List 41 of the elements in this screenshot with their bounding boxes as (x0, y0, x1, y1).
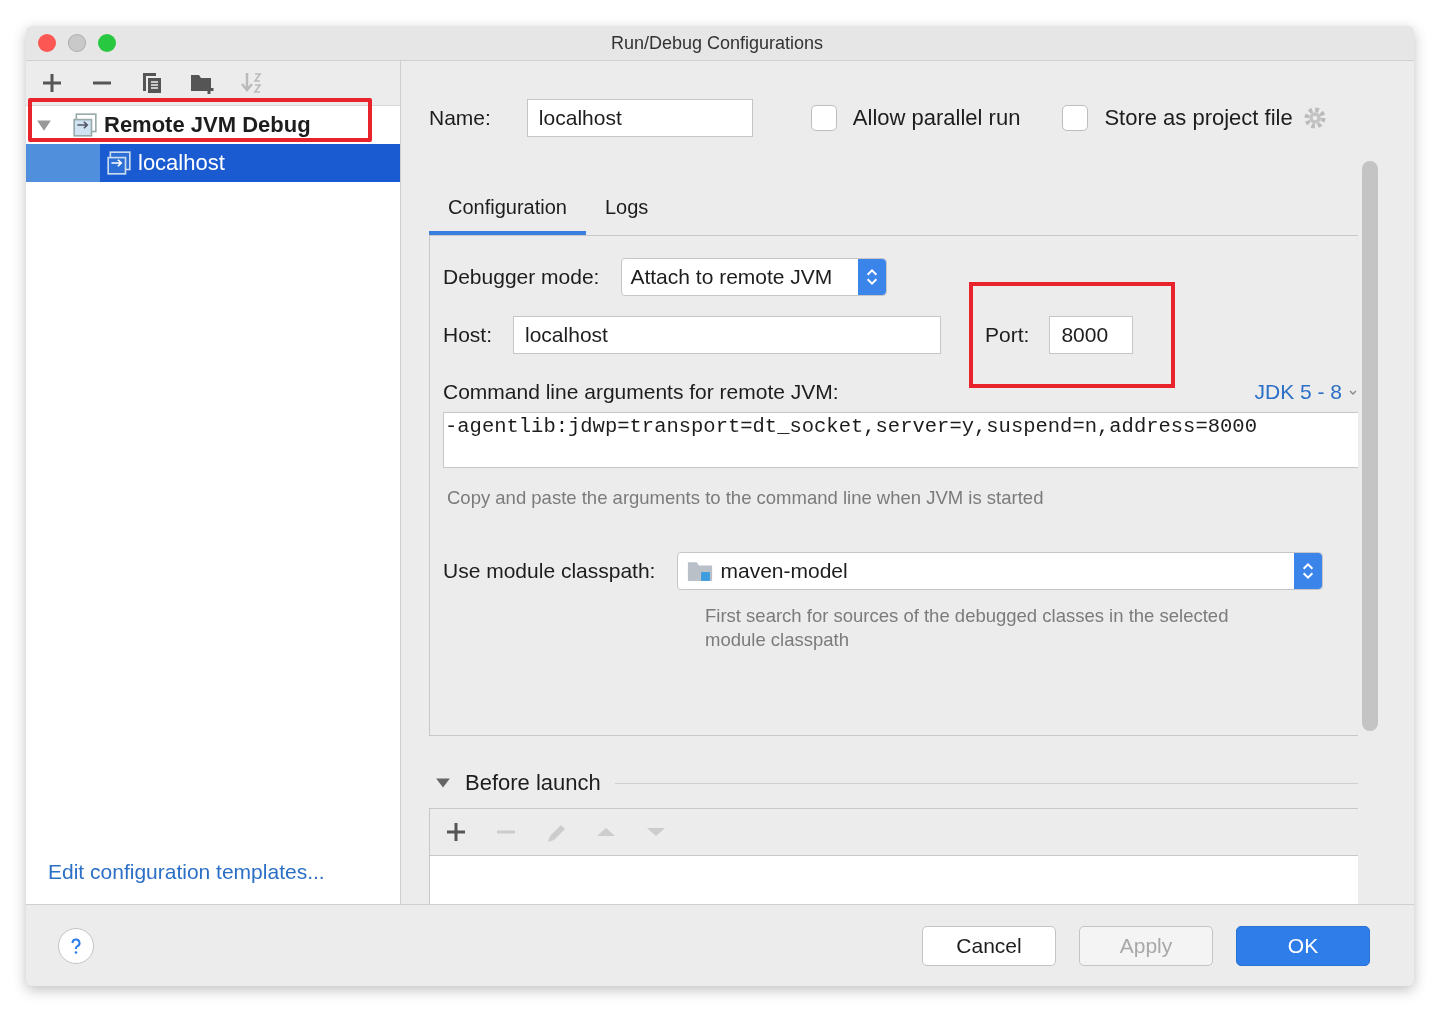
command-line-label: Command line arguments for remote JVM: (443, 380, 839, 404)
checkbox[interactable] (810, 105, 837, 131)
jdk-version-link[interactable]: JDK 5 - 8 (1254, 380, 1358, 404)
tab[interactable]: Logs (585, 190, 668, 235)
port-field[interactable]: 8000 (1049, 316, 1134, 354)
minimize-icon[interactable] (68, 34, 86, 52)
module-dropdown[interactable]: maven-model (677, 552, 1324, 590)
dialog-button[interactable]: OK (1236, 925, 1370, 966)
command-line-hint: Copy and paste the arguments to the command line when JVM is started (446, 486, 1045, 510)
tab[interactable]: Configuration (429, 190, 586, 235)
module-classpath-label: Use module classpath: (443, 559, 656, 583)
remote-debug-icon (106, 150, 132, 176)
close-icon[interactable] (38, 34, 56, 52)
name-label: Name: (429, 106, 491, 130)
debugger-mode-label: Debugger mode: (443, 265, 600, 289)
window-title: Run/Debug Configurations (609, 32, 825, 54)
debugger-mode-dropdown[interactable]: Attach to remote JVM (621, 258, 888, 296)
remote-debug-icon (72, 112, 98, 138)
host-label: Host: (443, 323, 492, 347)
tree-item[interactable]: Remote JVM Debug (26, 106, 400, 144)
help-button[interactable] (58, 927, 94, 964)
tree-item[interactable]: localhost (26, 144, 400, 182)
checkbox-label: Store as project file (1104, 105, 1293, 131)
host-field[interactable]: localhost (513, 316, 941, 354)
port-label: Port: (985, 323, 1030, 347)
sort-icon[interactable] (240, 71, 264, 95)
add-icon[interactable] (40, 71, 64, 95)
scrollbar[interactable] (1362, 161, 1378, 731)
checkbox[interactable] (1062, 105, 1089, 131)
expand-arrow-icon[interactable] (36, 117, 52, 133)
zoom-icon[interactable] (98, 34, 116, 52)
copy-icon[interactable] (140, 71, 164, 95)
command-line-field[interactable]: -agentlib:jdwp=transport=dt_socket,server=y,suspend=n,address=8000 (443, 412, 1358, 468)
module-folder-icon (686, 560, 715, 582)
name-field[interactable]: localhost (526, 99, 753, 137)
add-icon[interactable] (444, 820, 468, 844)
edit-templates-link[interactable]: Edit configuration templates... (26, 860, 400, 904)
module-classpath-hint: First search for sources of the debugged classes in the selected module classpath (704, 604, 1230, 652)
checkbox-label: Allow parallel run (852, 105, 1021, 131)
before-launch-heading: Before launch (465, 770, 601, 796)
dialog-button[interactable]: Cancel (922, 925, 1056, 966)
